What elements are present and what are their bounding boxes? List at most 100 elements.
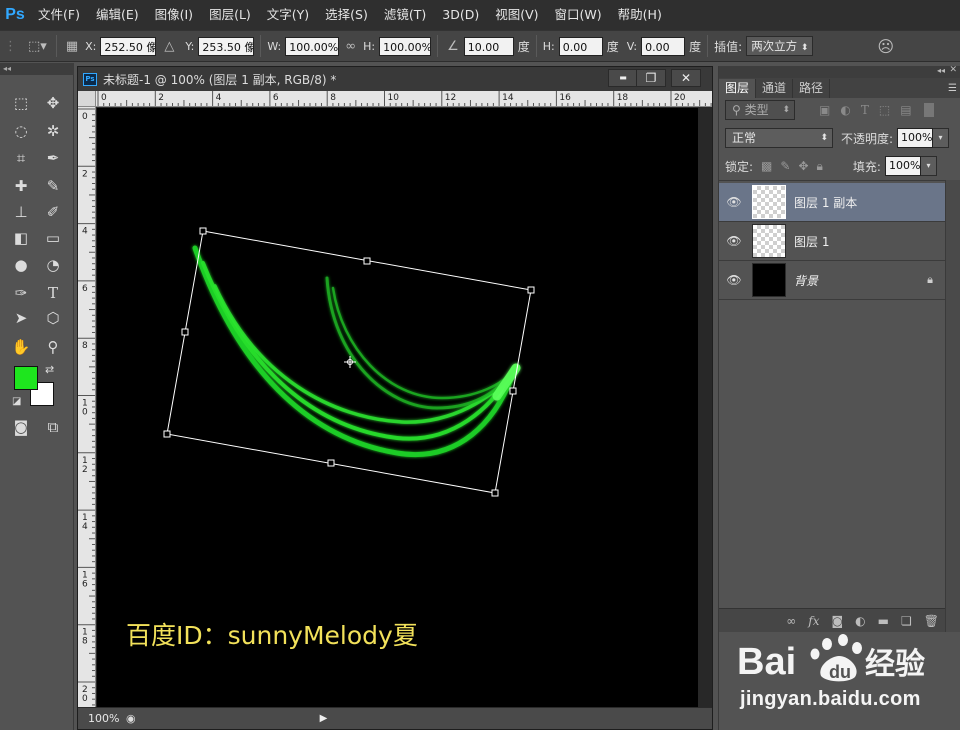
transform-handle[interactable] — [509, 387, 517, 395]
menu-type[interactable]: 文字(Y) — [259, 0, 317, 30]
fill-dropdown-icon[interactable]: ▾ — [920, 156, 937, 176]
lasso-tool-icon[interactable]: ◌ — [8, 119, 34, 143]
document-title-bar[interactable]: Ps 未标题-1 @ 100% (图层 1 副本, RGB/8) * ▬ ❐ ✕ — [78, 67, 712, 91]
clone-stamp-tool-icon[interactable]: ⊥ — [8, 200, 34, 224]
menu-window[interactable]: 窗口(W) — [547, 0, 610, 30]
new-layer-icon[interactable]: ❏ — [901, 614, 912, 628]
ruler-origin[interactable] — [78, 91, 96, 107]
transform-handle[interactable] — [181, 328, 189, 336]
tab-channels[interactable]: 通道 — [756, 79, 794, 98]
panel-collapse-icon[interactable]: ◂◂ — [937, 66, 945, 75]
filter-shape-icon[interactable]: ⬚ — [879, 103, 890, 117]
link-icon[interactable]: ∞ — [345, 39, 356, 54]
menu-view[interactable]: 视图(V) — [487, 0, 546, 30]
lock-image-icon[interactable]: ✎ — [780, 159, 790, 173]
tab-paths[interactable]: 路径 — [793, 79, 831, 98]
vskew-input[interactable]: 0.00 — [641, 36, 686, 56]
menu-edit[interactable]: 编辑(E) — [88, 0, 147, 30]
link-layers-icon[interactable]: ∞ — [786, 614, 796, 628]
x-input[interactable]: 252.50 像素 — [100, 36, 157, 56]
fill-input[interactable]: 100% — [884, 156, 921, 176]
panel-close-icon[interactable]: ✕ — [949, 65, 957, 75]
eyedropper-tool-icon[interactable]: ✒ — [40, 146, 66, 170]
lock-all-icon[interactable]: 🔒︎ — [817, 159, 823, 174]
tab-layers[interactable]: 图层 — [719, 79, 757, 98]
filter-kind-select[interactable]: ⚲ 类型 ⬍ — [725, 100, 795, 120]
history-brush-tool-icon[interactable]: ✐ — [40, 200, 66, 224]
filter-type-icon[interactable]: T — [861, 103, 869, 117]
layer-row[interactable]: 👁︎ 图层 1 副本 — [719, 183, 945, 222]
layer-style-icon[interactable]: fx — [808, 614, 819, 628]
screen-mode-icon[interactable]: ⧉ — [40, 415, 66, 439]
hskew-input[interactable]: 0.00 — [558, 36, 603, 56]
toolbox-collapse-icon[interactable]: ◂◂ — [0, 63, 74, 75]
opacity-input[interactable]: 100% — [897, 128, 934, 148]
menu-3d[interactable]: 3D(D) — [434, 0, 487, 30]
crop-tool-icon[interactable]: ⌗ — [8, 146, 34, 170]
panel-menu-icon[interactable]: ☰ — [948, 83, 957, 94]
zoom-readout[interactable]: 100% — [78, 712, 122, 725]
layer-row[interactable]: 👁︎ 图层 1 — [719, 222, 945, 261]
pen-tool-icon[interactable]: ✑ — [8, 281, 34, 305]
swap-colors-icon[interactable]: ⇄ — [45, 363, 54, 376]
warp-mode-icon[interactable]: ☹ — [877, 37, 894, 56]
path-selection-tool-icon[interactable]: ➤ — [8, 306, 34, 330]
visibility-eye-icon[interactable]: 👁︎ — [719, 273, 749, 287]
foreground-color-swatch[interactable] — [14, 366, 38, 390]
gradient-tool-icon[interactable]: ▭ — [40, 226, 66, 250]
opacity-dropdown-icon[interactable]: ▾ — [933, 128, 950, 148]
marquee-tool-icon[interactable]: ⬚ — [8, 91, 34, 115]
rotate-input[interactable]: 10.00 — [463, 36, 514, 56]
visibility-eye-icon[interactable]: 👁︎ — [719, 195, 749, 209]
layer-row[interactable]: 👁︎ 背景 🔒︎ — [719, 261, 945, 300]
status-scroll-right-icon[interactable]: ▶ — [320, 713, 328, 724]
transform-bounding-box[interactable] — [163, 227, 535, 497]
menu-select[interactable]: 选择(S) — [317, 0, 376, 30]
transform-handle[interactable] — [163, 430, 171, 438]
menu-file[interactable]: 文件(F) — [30, 0, 88, 30]
blend-mode-select[interactable]: 正常 ⬍ — [725, 128, 833, 148]
layer-name[interactable]: 图层 1 — [794, 233, 829, 250]
magic-wand-tool-icon[interactable]: ✲ — [40, 119, 66, 143]
move-tool-icon[interactable]: ✥ — [40, 91, 66, 115]
lock-position-icon[interactable]: ✥ — [798, 159, 808, 173]
eraser-tool-icon[interactable]: ◧ — [8, 226, 34, 250]
adjustment-layer-icon[interactable]: ◐ — [855, 614, 865, 628]
dodge-tool-icon[interactable]: ◔ — [40, 253, 66, 277]
y-input[interactable]: 253.50 像素 — [198, 36, 255, 56]
minimize-button[interactable]: ▬ — [608, 69, 638, 87]
filter-adjustment-icon[interactable]: ◐ — [840, 103, 850, 117]
status-info-icon[interactable]: ◉ — [126, 712, 136, 725]
menu-help[interactable]: 帮助(H) — [610, 0, 670, 30]
transform-handle[interactable] — [527, 286, 535, 294]
shape-tool-icon[interactable]: ⬡ — [40, 306, 66, 330]
default-colors-icon[interactable]: ◪ — [12, 396, 21, 407]
new-group-icon[interactable]: ▬ — [878, 614, 889, 628]
delete-layer-icon[interactable]: 🗑︎ — [924, 614, 939, 628]
interpolation-select[interactable]: 两次立方 ⬍ — [746, 36, 814, 56]
layer-name[interactable]: 图层 1 副本 — [794, 194, 857, 211]
filter-pixel-icon[interactable]: ▣ — [819, 103, 830, 117]
blur-tool-icon[interactable]: ● — [8, 253, 34, 277]
healing-brush-tool-icon[interactable]: ✚ — [8, 174, 34, 198]
reference-point-icon[interactable]: ▦ — [66, 39, 78, 54]
restore-button[interactable]: ❐ — [636, 69, 666, 87]
hand-tool-icon[interactable]: ✋ — [8, 335, 34, 359]
menu-layer[interactable]: 图层(L) — [201, 0, 259, 30]
menu-image[interactable]: 图像(I) — [147, 0, 201, 30]
filter-smart-object-icon[interactable]: ▤ — [900, 103, 911, 117]
panel-scrollbar[interactable] — [945, 180, 960, 632]
filter-toggle-icon[interactable] — [923, 103, 934, 117]
relative-position-icon[interactable]: △ — [164, 39, 174, 54]
lock-transparent-icon[interactable]: ▩ — [761, 159, 772, 173]
add-mask-icon[interactable]: ◙ — [832, 614, 844, 628]
vertical-ruler[interactable]: 02468101214161820 — [78, 107, 96, 707]
close-button[interactable]: ✕ — [671, 69, 701, 87]
type-tool-icon[interactable]: T — [40, 281, 66, 305]
transform-handle[interactable] — [491, 489, 499, 497]
brush-tool-icon[interactable]: ✎ — [40, 174, 66, 198]
panel-header[interactable]: ◂◂ ✕ — [719, 65, 960, 78]
quick-mask-icon[interactable]: ◙ — [8, 415, 34, 439]
height-input[interactable]: 100.00% — [379, 36, 432, 56]
visibility-eye-icon[interactable]: 👁︎ — [719, 234, 749, 248]
